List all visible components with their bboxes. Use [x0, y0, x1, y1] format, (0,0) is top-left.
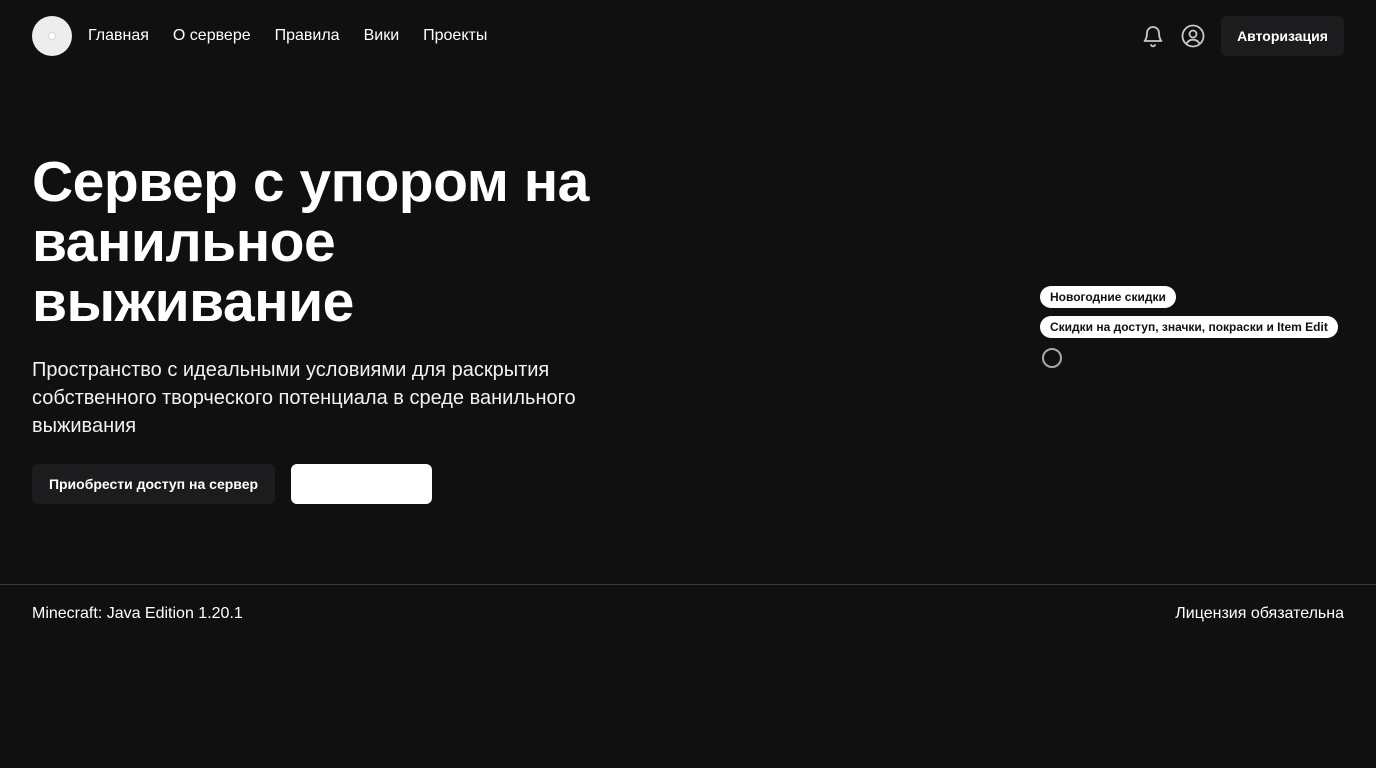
divider: [0, 584, 1376, 585]
buy-access-button[interactable]: Приобрести доступ на сервер: [32, 464, 275, 504]
nav-rules[interactable]: Правила: [275, 24, 340, 48]
main-nav: Главная О сервере Правила Вики Проекты: [88, 24, 487, 48]
nav-home[interactable]: Главная: [88, 24, 149, 48]
logo-dot: [49, 33, 55, 39]
header: Главная О сервере Правила Вики Проекты А…: [0, 0, 1376, 72]
user-circle-icon[interactable]: [1180, 22, 1206, 50]
nav-projects[interactable]: Проекты: [423, 24, 487, 48]
secondary-button[interactable]: [291, 464, 432, 504]
nav-about-server[interactable]: О сервере: [173, 24, 251, 48]
nav-wiki[interactable]: Вики: [364, 24, 400, 48]
promo-badge-new-year[interactable]: Новогодние скидки: [1040, 286, 1176, 308]
promo-badge-discounts[interactable]: Скидки на доступ, значки, покраски и Ite…: [1040, 316, 1338, 338]
bell-icon[interactable]: [1140, 22, 1166, 50]
login-button[interactable]: Авторизация: [1221, 16, 1344, 56]
game-version: Minecraft: Java Edition 1.20.1: [32, 605, 243, 622]
hero-subtitle: Пространство с идеальными условиями для …: [32, 359, 576, 437]
loading-circle-icon: [1042, 348, 1062, 368]
license-note: Лицензия обязательна: [1175, 605, 1344, 622]
hero-title: Сервер с упором на ванильное выживание: [32, 150, 589, 334]
server-logo-icon[interactable]: [32, 16, 72, 56]
